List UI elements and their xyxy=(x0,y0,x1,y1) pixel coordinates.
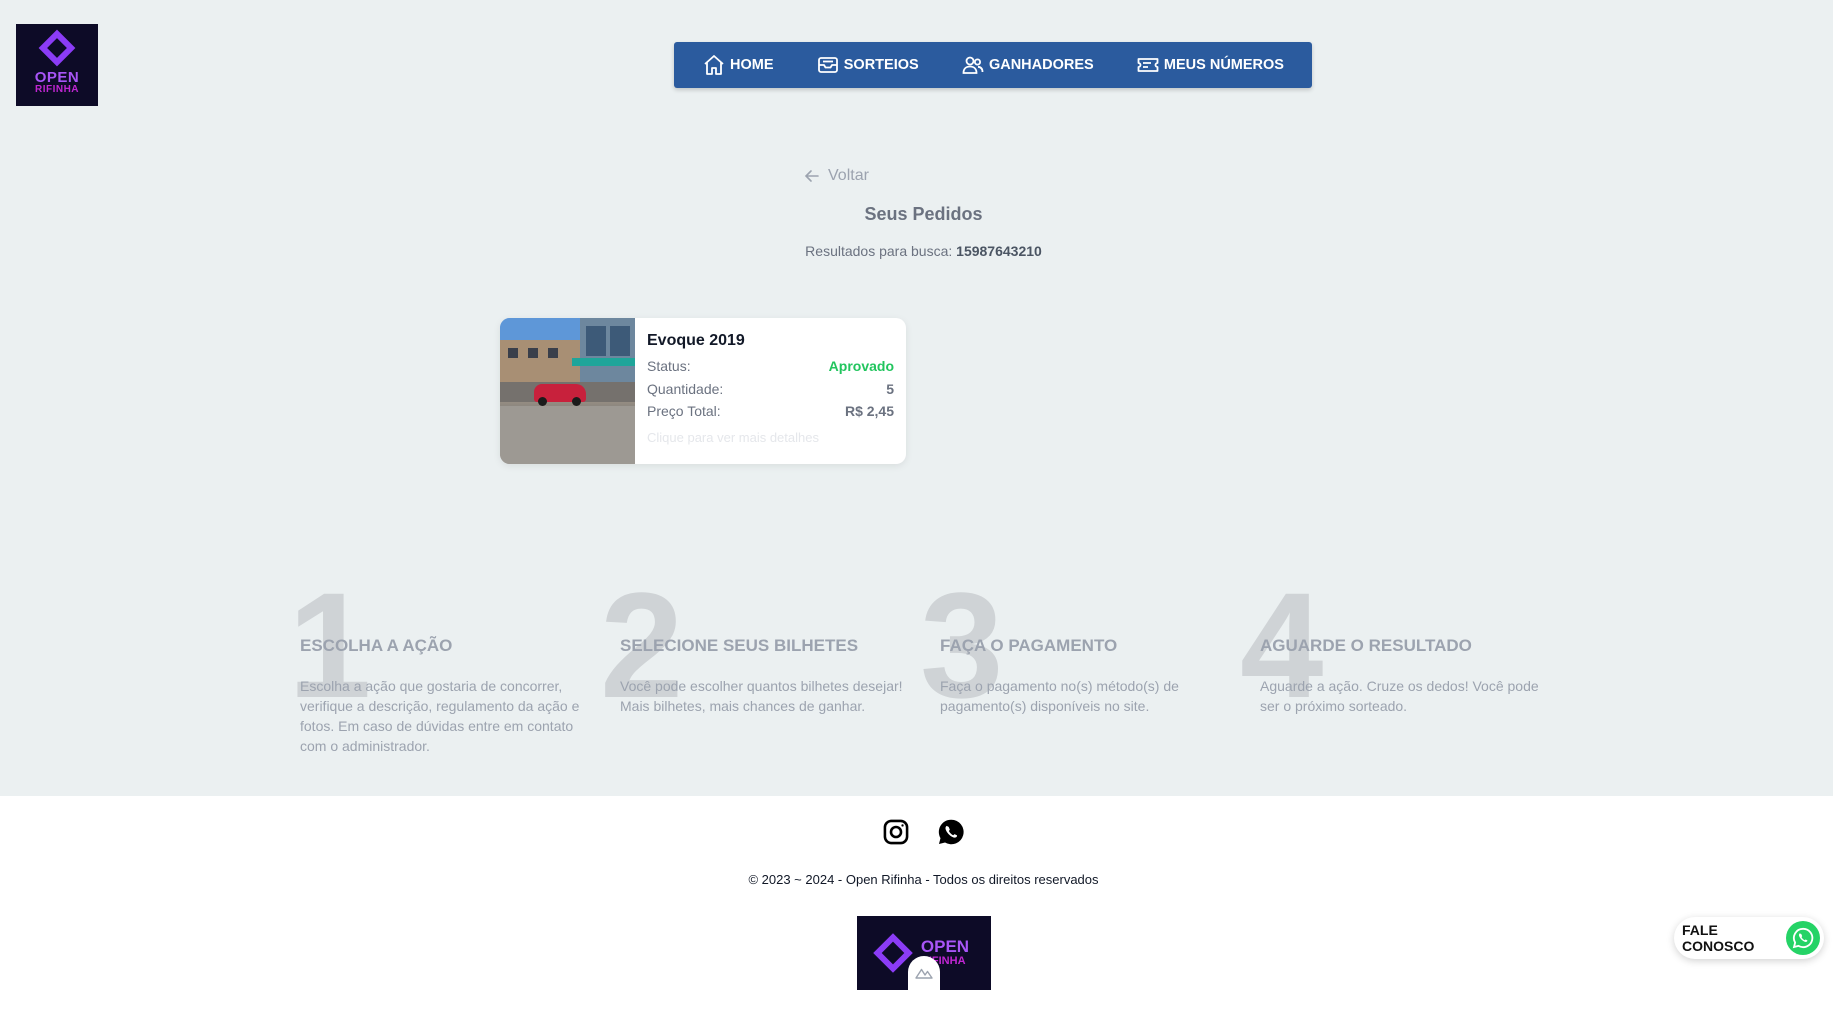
status-badge: Aprovado xyxy=(828,358,894,374)
step-3-title: FAÇA O PAGAMENTO xyxy=(940,636,1118,655)
search-prefix: Resultados para busca: xyxy=(805,243,953,259)
quantity-value: 5 xyxy=(886,380,894,397)
footer-logo-diamond-icon xyxy=(873,933,913,973)
total-row: Preço Total: R$ 2,45 xyxy=(647,400,894,423)
nav-home[interactable]: HOME xyxy=(702,53,774,77)
order-image xyxy=(500,318,635,464)
step-1-text: Escolha a ação que gostaria de concorrer… xyxy=(300,678,580,754)
whatsapp-icon xyxy=(938,819,964,845)
nav-ganhadores[interactable]: GANHADORES xyxy=(961,53,1094,77)
total-value: R$ 2,45 xyxy=(844,403,894,419)
quantity-label: Quantidade: xyxy=(647,380,724,397)
copyright-text: © 2023 ~ 2024 - Open Rifinha - Todos os … xyxy=(748,872,1099,887)
step-2-text: Você pode escolher quantos bilhetes dese… xyxy=(620,678,903,714)
search-results-line: Resultados para busca: 15987643210 xyxy=(0,243,1833,259)
search-query: 15987643210 xyxy=(956,243,1042,259)
whatsapp-icon xyxy=(1786,921,1820,955)
page-title: Seus Pedidos xyxy=(864,204,983,224)
arrow-left-icon xyxy=(804,170,819,182)
order-title: Evoque 2019 xyxy=(647,332,745,349)
back-link[interactable]: Voltar xyxy=(804,167,869,185)
main-navbar: HOME SORTEIOS GANHADORES MEUS NÚMEROS xyxy=(674,42,1312,88)
nav-meus-numeros-label: MEUS NÚMEROS xyxy=(1163,57,1284,73)
step-3-text: Faça o pagamento no(s) método(s) de paga… xyxy=(940,678,1179,714)
nav-home-label: HOME xyxy=(730,57,774,73)
instagram-link[interactable] xyxy=(882,818,910,846)
site-footer: © 2023 ~ 2024 - Open Rifinha - Todos os … xyxy=(0,796,1833,1010)
quantity-row: Quantidade: 5 xyxy=(647,378,894,401)
users-icon xyxy=(962,56,984,74)
step-2-title: SELECIONE SEUS BILHETES xyxy=(620,636,859,655)
order-card[interactable]: Evoque 2019 Status: Aprovado Quantidade:… xyxy=(500,318,906,464)
nav-sorteios-label: SORTEIOS xyxy=(843,57,919,73)
status-label: Status: xyxy=(647,358,691,374)
step-4-title: AGUARDE O RESULTADO xyxy=(1260,636,1472,655)
logo-diamond-icon xyxy=(38,29,76,67)
step-4-text: Aguarde a ação. Cruze os dedos! Você pod… xyxy=(1260,678,1539,714)
status-row: Status: Aprovado xyxy=(647,355,894,378)
nav-meus-numeros[interactable]: MEUS NÚMEROS xyxy=(1136,53,1284,77)
step-1-title: ESCOLHA A AÇÃO xyxy=(300,636,453,655)
details-hint: Clique para ver mais detalhes xyxy=(647,429,819,445)
nav-ganhadores-label: GANHADORES xyxy=(988,57,1094,73)
ticket-icon xyxy=(1137,58,1159,72)
whatsapp-link[interactable] xyxy=(937,818,965,846)
contact-whatsapp-button[interactable]: FALE CONOSCO xyxy=(1674,917,1824,959)
footer-logo-line1: OPEN xyxy=(920,937,970,956)
total-label: Preço Total: xyxy=(647,403,721,419)
back-label: Voltar xyxy=(828,167,869,184)
logo-text-line1: OPEN xyxy=(34,69,80,86)
logo-text-line2: RIFINHA xyxy=(34,84,80,95)
mountain-badge-icon[interactable] xyxy=(908,956,940,990)
inbox-icon xyxy=(817,57,838,73)
order-details: Evoque 2019 Status: Aprovado Quantidade:… xyxy=(635,318,906,464)
footer-logo: OPEN RIFINHA xyxy=(857,916,991,990)
site-logo[interactable]: OPEN RIFINHA xyxy=(16,24,98,106)
instagram-icon xyxy=(883,819,909,845)
contact-label: FALE CONOSCO xyxy=(1682,922,1755,954)
home-icon xyxy=(704,55,724,75)
nav-sorteios[interactable]: SORTEIOS xyxy=(816,53,919,77)
